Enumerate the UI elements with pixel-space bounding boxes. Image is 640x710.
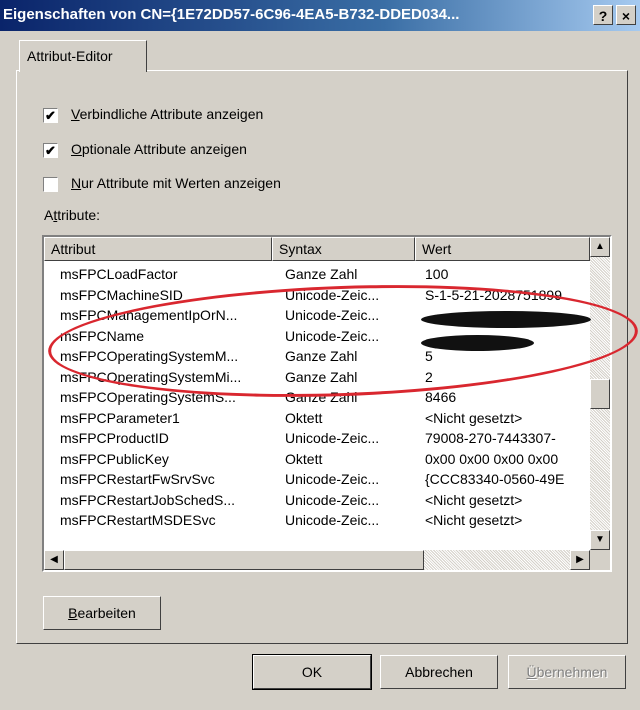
attribute-name-cell: msFPCOperatingSystemM... [60, 348, 239, 364]
table-row[interactable]: msFPCRestartFwSrvSvc Unicode-Zeic... {CCC8… [44, 469, 590, 489]
scrollbar-corner [590, 550, 610, 570]
value-cell: 79008-270-7443307- [425, 430, 556, 446]
syntax-cell: Unicode-Zeic... [285, 471, 380, 487]
syntax-cell: Unicode-Zeic... [285, 491, 380, 508]
syntax-cell: Ganze Zahl [285, 368, 358, 385]
column-header-wert[interactable]: Wert [415, 237, 590, 261]
vertical-scroll-thumb[interactable] [590, 379, 610, 409]
attribute-name-cell: msFPCRestartMSDESvc [60, 512, 216, 528]
attribute-name-cell: msFPCParameter1 [60, 409, 180, 426]
window-title: Eigenschaften von CN={1E72DD57-6C96-4EA5… [3, 6, 460, 23]
value-cell: <Nicht gesetzt> [425, 409, 523, 426]
vertical-scrollbar[interactable]: ▲ ▼ [590, 237, 610, 550]
horizontal-scroll-thumb[interactable] [64, 550, 424, 570]
horizontal-scrollbar[interactable]: ◀ ▶ [44, 550, 590, 570]
close-button[interactable]: × [616, 5, 636, 25]
attribute-name-cell: msFPCOperatingSystemMi... [60, 368, 242, 385]
table-row[interactable]: msFPCOperatingSystemMi... Ganze Zahl 2 [44, 367, 590, 387]
syntax-cell: Oktett [285, 409, 323, 426]
ok-button[interactable]: OK [252, 654, 372, 690]
checkbox-only-with-values-label: Nur Attribute mit Werten anzeigen [71, 175, 281, 191]
syntax-cell: Unicode-Zeic... [285, 512, 380, 528]
tab-label: Attribut-Editor [27, 48, 113, 64]
table-row[interactable]: msFPCLoadFactor Ganze Zahl 100 [44, 264, 590, 284]
attribute-list[interactable]: Attribut Syntax Wert msFPCLoadFactor Ganz… [42, 235, 612, 572]
syntax-cell: Ganze Zahl [285, 266, 358, 282]
scroll-down-button[interactable]: ▼ [590, 530, 610, 550]
attribute-name-cell: msFPCMachineSID [60, 286, 183, 303]
attributes-label: Attribute: [44, 207, 101, 223]
value-cell: <Nicht gesetzt> [425, 491, 523, 508]
table-row[interactable]: msFPCProductID Unicode-Zeic... 79008-270-7… [44, 428, 590, 448]
column-header-syntax[interactable]: Syntax [272, 237, 415, 261]
table-row[interactable]: msFPCPublicKey Oktett 0x00 0x00 0x00 0x00 [44, 449, 590, 469]
checkbox-only-with-values[interactable] [43, 177, 58, 192]
attribute-name-cell: msFPCOperatingSystemS... [60, 389, 236, 405]
value-cell: S-1-5-21-2028751899 [425, 286, 562, 303]
syntax-cell: Unicode-Zeic... [285, 286, 380, 303]
table-row[interactable]: msFPCMachineSID Unicode-Zeic... S-1-5-21-2… [44, 285, 590, 305]
table-row[interactable]: msFPCOperatingSystemS... Ganze Zahl 8466 [44, 387, 590, 407]
attribute-name-cell: msFPCRestartFwSrvSvc [60, 471, 215, 487]
value-cell: 2 [425, 368, 433, 385]
syntax-cell: Unicode-Zeic... [285, 430, 380, 446]
syntax-cell: Unicode-Zeic... [285, 307, 380, 323]
column-header-attribut[interactable]: Attribut [44, 237, 272, 261]
value-cell: <Nicht gesetzt> [425, 512, 523, 528]
help-button[interactable]: ? [593, 5, 613, 25]
edit-button[interactable]: Bearbeiten [43, 596, 161, 630]
value-cell: 0x00 0x00 0x00 0x00 [425, 450, 559, 467]
value-cell: {CCC83340-0560-49E [425, 471, 565, 487]
table-row[interactable]: msFPCRestartJobSchedS... Unicode-Zeic... <… [44, 490, 590, 510]
checkbox-mandatory-label: Verbindliche Attribute anzeigen [71, 106, 264, 122]
table-row[interactable]: msFPCParameter1 Oktett <Nicht gesetzt> [44, 408, 590, 428]
value-cell: 8466 [425, 389, 457, 405]
checkbox-optional[interactable]: ✔ [43, 143, 58, 158]
attribute-name-cell: msFPCManagementIpOrN... [60, 307, 238, 323]
redaction-scribble-ip [421, 311, 591, 328]
cancel-button[interactable]: Abbrechen [380, 655, 498, 689]
syntax-cell: Oktett [285, 450, 323, 467]
syntax-cell: Ganze Zahl [285, 348, 358, 364]
syntax-cell: Ganze Zahl [285, 389, 358, 405]
scroll-left-button[interactable]: ◀ [44, 550, 64, 570]
title-bar[interactable]: Eigenschaften von CN={1E72DD57-6C96-4EA5… [0, 0, 640, 31]
attribute-name-cell: msFPCProductID [60, 430, 169, 446]
attribute-name-cell: msFPCRestartJobSchedS... [60, 491, 236, 508]
apply-button[interactable]: Übernehmen [508, 655, 626, 689]
syntax-cell: Unicode-Zeic... [285, 327, 380, 344]
value-cell: 100 [425, 266, 449, 282]
tab-attribut-editor[interactable]: Attribut-Editor [19, 40, 147, 72]
properties-dialog: Eigenschaften von CN={1E72DD57-6C96-4EA5… [0, 0, 640, 710]
attribute-name-cell: msFPCPublicKey [60, 450, 169, 467]
table-row[interactable]: msFPCRestartMSDESvc Unicode-Zeic... <Nicht… [44, 510, 590, 530]
attribute-name-cell: msFPCLoadFactor [60, 266, 178, 282]
redaction-scribble-name [421, 335, 534, 351]
checkbox-mandatory[interactable]: ✔ [43, 108, 58, 123]
checkbox-optional-label: Optionale Attribute anzeigen [71, 141, 247, 157]
scroll-right-button[interactable]: ▶ [570, 550, 590, 570]
attribute-name-cell: msFPCName [60, 327, 145, 344]
scroll-up-button[interactable]: ▲ [590, 237, 610, 257]
